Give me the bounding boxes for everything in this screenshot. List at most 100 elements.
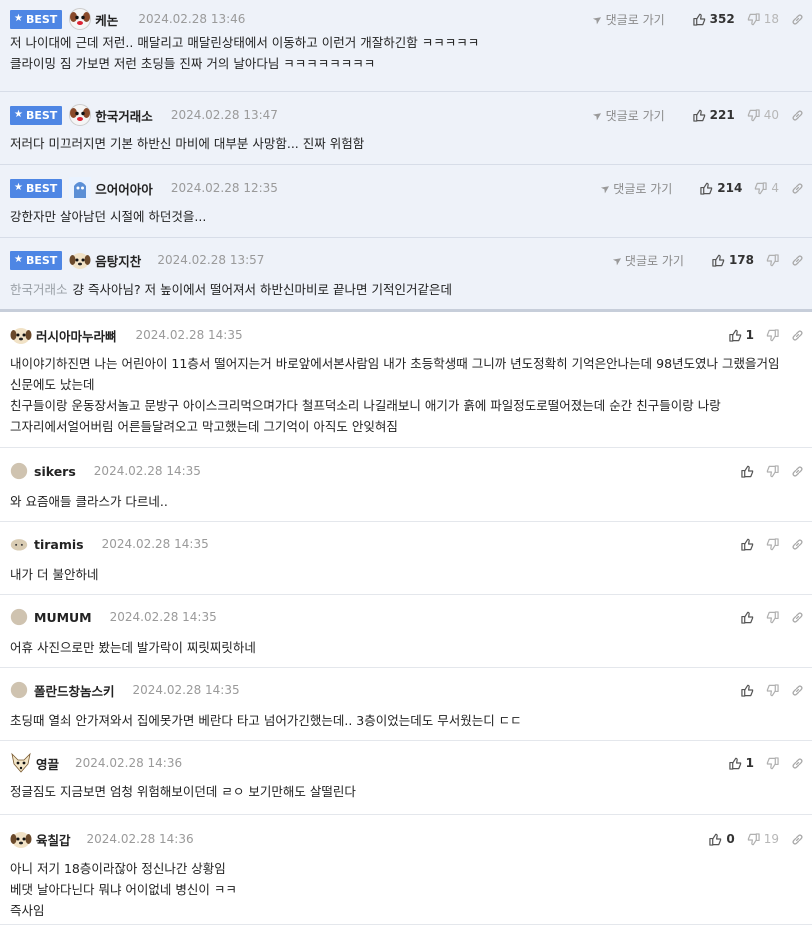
downvote-button[interactable] (766, 328, 779, 342)
author-nickname[interactable]: tiramis (34, 537, 84, 552)
comment-text-line: 아니 저기 18층이라잖아 정신나간 상황임 (10, 858, 804, 879)
downvote-button[interactable] (766, 610, 779, 624)
comment-text-line: 와 요즘애들 클라스가 다르네.. (10, 491, 804, 512)
upvote-button[interactable]: 221 (692, 108, 735, 122)
thumbs-up-icon (741, 465, 754, 478)
copy-link-button[interactable] (791, 109, 804, 122)
copy-link-button[interactable] (791, 465, 804, 478)
link-icon (792, 109, 803, 121)
upvote-button[interactable]: 352 (692, 12, 735, 26)
upvote-button[interactable] (741, 465, 754, 478)
copy-link-button[interactable] (791, 684, 804, 697)
star-icon: ★ (14, 182, 23, 193)
comment-text-line: 저러다 미끄러지면 기본 하반신 마비에 대부분 사망함... 진짜 위험함 (10, 133, 804, 154)
reply-link-label: 댓글로 가기 (605, 12, 665, 27)
comment-header: 러시아마누라뼈 2024.02.28 14:35 1 (10, 324, 804, 346)
link-icon (792, 538, 803, 550)
author-nickname[interactable]: MUMUM (34, 610, 92, 625)
comment-body: 정글짐도 지금보면 엄청 위험해보이던데 ㄹㅇ 보기만해도 살떨린다 (10, 781, 804, 802)
link-icon (792, 254, 803, 266)
comment-header: 육칠갑 2024.02.28 14:36 0 19 (10, 828, 804, 850)
copy-link-button[interactable] (791, 13, 804, 26)
author-nickname[interactable]: 음탕지찬 (95, 251, 141, 270)
copy-link-button[interactable] (791, 182, 804, 195)
upvote-button[interactable]: 1 (728, 328, 754, 342)
comment-text-line: 클라이밍 짐 가보면 저런 초딩들 진짜 거의 날아다님 ㅋㅋㅋㅋㅋㅋㅋㅋ (10, 53, 804, 74)
comment-date: 2024.02.28 13:57 (157, 253, 265, 267)
best-label: BEST (25, 108, 58, 122)
link-icon (792, 329, 803, 341)
comment-text-line: 어휴 사진으로만 봤는데 발가락이 찌릿찌릿하네 (10, 637, 804, 658)
link-icon (792, 833, 803, 845)
downvote-button[interactable]: 4 (754, 181, 779, 195)
best-comment: ★ BEST 한국거래소 2024.02.28 13:47 ➤ 댓글로 가기 221 40 저러… (0, 92, 812, 165)
thumbs-down-icon (766, 464, 779, 477)
avatar (69, 8, 92, 30)
author-nickname[interactable]: 으어어아아 (95, 179, 153, 198)
upvote-button[interactable] (741, 684, 754, 697)
best-badge: ★ BEST (10, 105, 63, 125)
go-to-reply-link[interactable]: ➤ 댓글로 가기 (591, 11, 665, 28)
link-icon (792, 684, 803, 696)
comment-text: 저러다 미끄러지면 기본 하반신 마비에 대부분 사망함... 진짜 위험함 (10, 136, 365, 151)
comment-actions: ➤ 댓글로 가기 214 4 (598, 177, 804, 199)
downvote-button[interactable]: 40 (747, 108, 779, 122)
comment-header: 폴란드창놈스키 2024.02.28 14:35 (10, 679, 804, 701)
downvote-button[interactable]: 19 (747, 832, 779, 846)
author-nickname[interactable]: 육칠갑 (36, 830, 71, 849)
comment-body: 저러다 미끄러지면 기본 하반신 마비에 대부분 사망함... 진짜 위험함 (10, 133, 804, 154)
thumbs-down-icon (766, 683, 779, 696)
best-label: BEST (25, 181, 58, 195)
comment-actions (729, 606, 804, 628)
thumbs-down-icon (766, 756, 779, 769)
copy-link-button[interactable] (791, 833, 804, 846)
mention-tag[interactable]: 한국거래소 (10, 282, 68, 297)
copy-link-button[interactable] (791, 757, 804, 770)
comment-text-line: 즉사임 (10, 900, 804, 921)
downvote-button[interactable] (766, 756, 779, 770)
downvote-button[interactable] (766, 683, 779, 697)
downvote-button[interactable] (766, 537, 779, 551)
thumbs-up-icon (741, 684, 754, 697)
comment-header: sikers 2024.02.28 14:35 (10, 460, 804, 482)
upvote-button[interactable]: 1 (728, 756, 754, 770)
thumbs-up-icon (692, 109, 705, 122)
upvote-button[interactable]: 178 (712, 253, 754, 267)
thumbs-up-icon (728, 329, 741, 342)
copy-link-button[interactable] (791, 254, 804, 267)
author-nickname[interactable]: sikers (34, 464, 76, 479)
comment-item: 러시아마누라뼈 2024.02.28 14:35 1 내이야기하진면 나는 어린아이 … (0, 312, 812, 448)
comment-date: 2024.02.28 14:36 (86, 832, 194, 846)
copy-link-button[interactable] (791, 329, 804, 342)
comment-text: 즉사임 (10, 903, 45, 918)
author-nickname[interactable]: 폴란드창놈스키 (34, 681, 115, 700)
thumbs-down-icon (766, 610, 779, 623)
author-nickname[interactable]: 러시아마누라뼈 (36, 326, 117, 345)
best-comment: ★ BEST 케논 2024.02.28 13:46 ➤ 댓글로 가기 352 18 저 나이대… (0, 0, 812, 92)
copy-link-button[interactable] (791, 538, 804, 551)
copy-link-button[interactable] (791, 611, 804, 624)
downvote-button[interactable] (766, 464, 779, 478)
go-to-reply-link[interactable]: ➤ 댓글로 가기 (590, 107, 665, 124)
link-icon (792, 611, 803, 623)
comment-text-line: 저 나이대에 근데 저런.. 매달리고 매달린상태에서 이동하고 이런거 개잘하… (10, 32, 804, 53)
upvote-button[interactable] (741, 611, 754, 624)
go-to-reply-link[interactable]: ➤ 댓글로 가기 (610, 252, 684, 269)
downvote-button[interactable]: 18 (747, 12, 779, 26)
author-nickname[interactable]: 한국거래소 (95, 106, 153, 125)
comment-body: 저 나이대에 근데 저런.. 매달리고 매달린상태에서 이동하고 이런거 개잘하… (10, 32, 804, 74)
comment-item: sikers 2024.02.28 14:35 와 요즘애들 클라스가 다르네.. (0, 448, 812, 522)
comment-text: 내이야기하진면 나는 어린아이 11층서 떨어지는거 바로앞에서본사람임 내가 … (10, 356, 780, 392)
upvote-button[interactable]: 0 (709, 832, 735, 846)
downvote-button[interactable] (766, 253, 779, 267)
comment-item: tiramis 2024.02.28 14:35 내가 더 불안하네 (0, 522, 812, 595)
reply-link-label: 댓글로 가기 (613, 181, 673, 196)
send-arrow-icon: ➤ (590, 107, 606, 123)
star-icon: ★ (14, 254, 23, 265)
author-nickname[interactable]: 영끌 (36, 754, 59, 773)
upvote-count: 221 (709, 108, 735, 122)
upvote-button[interactable]: 214 (700, 181, 742, 195)
go-to-reply-link[interactable]: ➤ 댓글로 가기 (598, 180, 673, 197)
upvote-button[interactable] (741, 538, 754, 551)
author-nickname[interactable]: 케논 (95, 10, 118, 29)
